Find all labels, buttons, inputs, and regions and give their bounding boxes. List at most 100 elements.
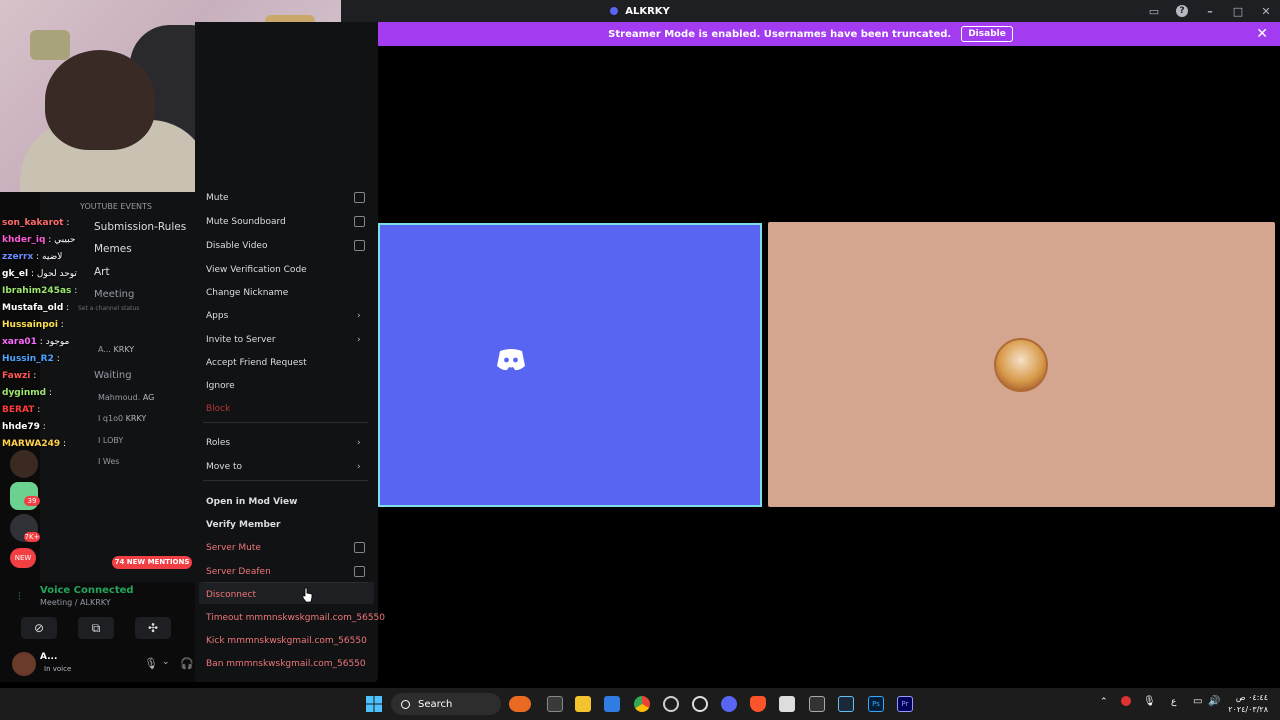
channel-status-placeholder[interactable]: Set a channel status [78, 305, 139, 312]
menu-item-server-mute[interactable]: Server Mute [206, 543, 261, 553]
channel-submission-rules[interactable]: Submission-Rules [94, 221, 186, 233]
brave-icon[interactable] [750, 696, 766, 712]
voice-member[interactable]: Mahmoud. AG [98, 393, 154, 402]
chevron-up-icon[interactable]: ⌃ [1100, 697, 1108, 707]
checkbox[interactable] [354, 566, 365, 577]
taskbar: Search Ps Pr ⌃ 🎙 ع ▭ 🔊 ٠٤:٤٤ ص ٢٠٢٤/٠٣/٢… [0, 688, 1280, 720]
voice-member[interactable]: I LOBY [98, 436, 123, 445]
server-icon[interactable] [10, 450, 38, 478]
clock-time: ٠٤:٤٤ ص [1235, 693, 1268, 702]
disable-streamer-mode-button[interactable]: Disable [961, 26, 1013, 42]
tray-app-icon[interactable] [1121, 696, 1131, 706]
discord-taskbar-icon[interactable] [721, 696, 737, 712]
chat-message: xara01 : موجود [2, 337, 69, 347]
voice-status[interactable]: Voice Connected [40, 585, 134, 596]
menu-item-change-nickname[interactable]: Change Nickname [206, 288, 288, 298]
channel-category[interactable]: YOUTUBE EVENTS [80, 202, 152, 211]
signal-icon[interactable]: ⫶ [18, 590, 21, 604]
widget-icon[interactable] [509, 696, 531, 712]
chat-username: dyginmd [2, 388, 47, 398]
voice-channel-waiting[interactable]: Waiting [94, 370, 132, 381]
menu-item-kick-mmmnskwskgmail-com-56550[interactable]: Kick mmmnskwskgmail.com_56550 [206, 636, 367, 646]
chat-username: zzerrx [2, 252, 34, 262]
mic-tray-icon[interactable]: 🎙 [1143, 696, 1156, 707]
channel-memes[interactable]: Memes [94, 243, 132, 255]
menu-item-server-deafen[interactable]: Server Deafen [206, 567, 271, 577]
checkbox[interactable] [354, 216, 365, 227]
checkbox[interactable] [354, 192, 365, 203]
new-mentions-pill[interactable]: 74 NEW MENTIONS [112, 556, 192, 569]
video-tile-user[interactable] [768, 222, 1275, 507]
help-icon[interactable]: ? [1176, 5, 1188, 17]
network-icon[interactable]: ▭ [1193, 696, 1202, 707]
chevron-down-icon[interactable]: ⌄ [162, 657, 170, 667]
menu-item-ban-mmmnskwskgmail-com-56550[interactable]: Ban mmmnskwskgmail.com_56550 [206, 659, 366, 669]
avatar[interactable] [12, 652, 36, 676]
menu-item-open-in-mod-view[interactable]: Open in Mod View [206, 497, 297, 507]
chat-message: Ibrahim245as : [2, 286, 77, 296]
checkbox[interactable] [354, 542, 365, 553]
clock[interactable]: ٠٤:٤٤ ص ٢٠٢٤/٠٣/٢٨ [1228, 692, 1268, 716]
voice-channel-meeting[interactable]: Meeting [94, 289, 134, 300]
app-icon[interactable] [809, 696, 825, 712]
maximize-button[interactable]: □ [1224, 5, 1252, 18]
chat-username: hhde79 [2, 422, 40, 432]
menu-item-ignore[interactable]: Ignore [206, 381, 235, 391]
chat-separator: : [57, 320, 64, 330]
user-panel: A... In voice 🎙 ⌄ 🎧 [0, 648, 195, 682]
chat-separator: : [39, 422, 46, 432]
menu-item-accept-friend-request[interactable]: Accept Friend Request [206, 358, 307, 368]
obs-icon[interactable] [663, 696, 679, 712]
menu-item-invite-to-server[interactable]: Invite to Server [206, 335, 276, 345]
steam-icon[interactable] [838, 696, 854, 712]
taskbar-search[interactable]: Search [391, 693, 501, 715]
chat-message: Hussainpoi : [2, 320, 64, 330]
chat-separator: : [45, 235, 55, 245]
menu-item-disconnect[interactable]: Disconnect [206, 590, 256, 600]
chat-message: dyginmd : [2, 388, 52, 398]
photoshop-icon[interactable]: Ps [868, 696, 884, 712]
new-badge[interactable]: NEW [10, 548, 36, 568]
store-icon[interactable] [604, 696, 620, 712]
premiere-icon[interactable]: Pr [897, 696, 913, 712]
channel-art[interactable]: Art [94, 266, 110, 278]
windows-start-icon[interactable] [366, 696, 382, 712]
screen-share-icon[interactable]: ▭ [1140, 5, 1168, 18]
chat-username: MARWA249 [2, 439, 61, 449]
chat-username: Hussainpoi [2, 320, 58, 330]
menu-item-apps[interactable]: Apps [206, 311, 228, 321]
screen-share-icon[interactable]: ⧉ [78, 617, 114, 639]
app-icon[interactable] [779, 696, 795, 712]
menu-item-view-verification-code[interactable]: View Verification Code [206, 265, 307, 275]
menu-item-verify-member[interactable]: Verify Member [206, 520, 280, 530]
activities-icon[interactable]: ✣ [135, 617, 171, 639]
close-banner-icon[interactable]: ✕ [1256, 26, 1268, 42]
checkbox[interactable] [354, 240, 365, 251]
close-window-button[interactable]: ✕ [1252, 5, 1280, 18]
file-explorer-icon[interactable] [575, 696, 591, 712]
steam-settings-icon[interactable] [692, 696, 708, 712]
task-view-icon[interactable] [547, 696, 563, 712]
voice-location[interactable]: Meeting / ALKRKY [40, 598, 111, 607]
headphones-icon[interactable]: 🎧 [180, 657, 194, 670]
video-off-icon[interactable]: ⊘ [21, 617, 57, 639]
microphone-icon[interactable]: 🎙 [144, 657, 158, 670]
menu-item-block[interactable]: Block [206, 404, 230, 414]
menu-item-disable-video[interactable]: Disable Video [206, 241, 267, 251]
chat-message: son_kakarot : [2, 218, 69, 228]
menu-item-roles[interactable]: Roles [206, 438, 230, 448]
voice-member[interactable]: A... KRKY [98, 345, 134, 354]
minimize-button[interactable]: – [1196, 5, 1224, 18]
volume-icon[interactable]: 🔊 [1208, 696, 1220, 707]
menu-item-timeout-mmmnskwskgmail-com-56550[interactable]: Timeout mmmnskwskgmail.com_56550 [206, 613, 385, 623]
menu-item-mute[interactable]: Mute [206, 193, 229, 203]
video-tile-stream[interactable] [378, 223, 762, 507]
voice-member[interactable]: I q1o0 KRKY [98, 414, 146, 423]
discord-logo-icon [497, 349, 525, 371]
menu-item-mute-soundboard[interactable]: Mute Soundboard [206, 217, 286, 227]
voice-member[interactable]: I Wes [98, 457, 119, 466]
server-badge: 39 [24, 496, 40, 506]
chrome-icon[interactable] [634, 696, 650, 712]
menu-item-move-to[interactable]: Move to [206, 462, 242, 472]
language-indicator[interactable]: ع [1171, 697, 1176, 707]
